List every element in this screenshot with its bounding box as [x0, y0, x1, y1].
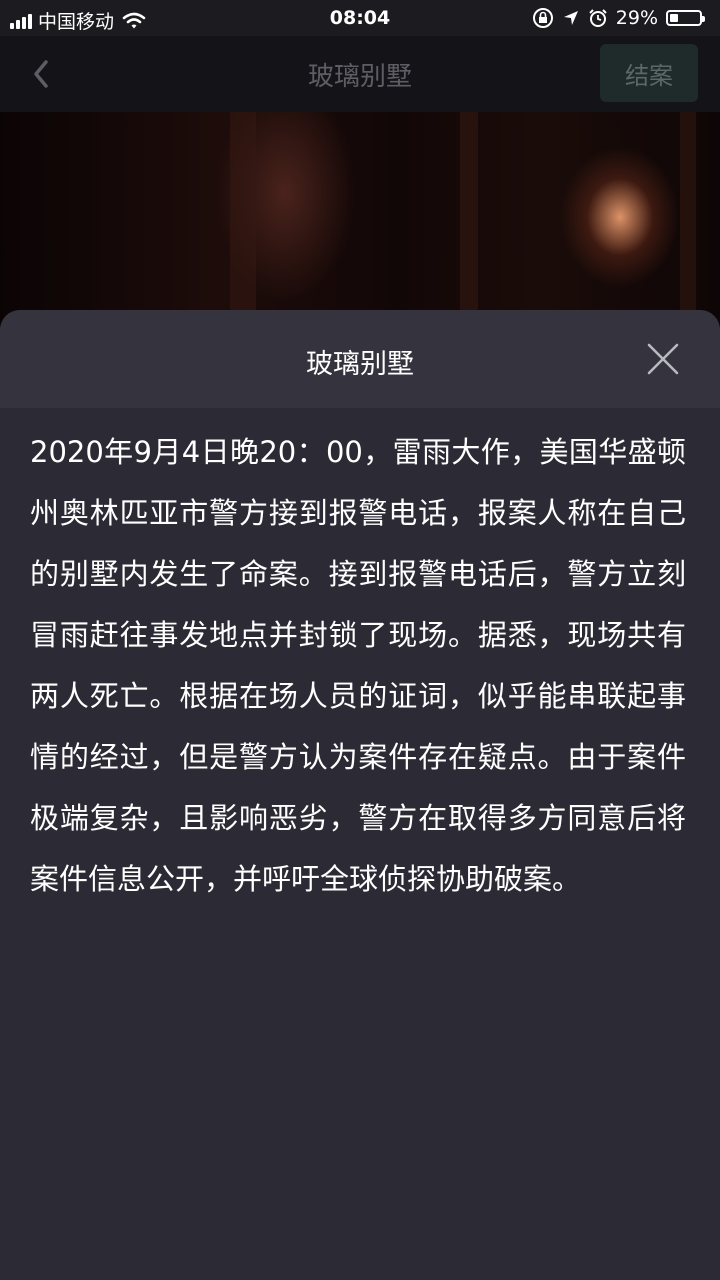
case-info-sheet: 玻璃别墅 2020年9月4日晚20：00，雷雨大作，美国华盛顿州奥林匹亚市警方接… — [0, 310, 720, 1280]
status-bar: 中国移动 08:04 29% — [0, 0, 720, 36]
case-description: 2020年9月4日晚20：00，雷雨大作，美国华盛顿州奥林匹亚市警方接到报警电话… — [30, 435, 686, 896]
close-icon[interactable] — [646, 342, 680, 376]
sheet-title: 玻璃别墅 — [306, 349, 414, 380]
orientation-lock-icon — [532, 8, 553, 28]
location-icon — [563, 11, 578, 25]
battery-percent: 29% — [615, 7, 658, 29]
status-right: 29% — [532, 7, 705, 29]
close-case-button[interactable]: 结案 — [600, 44, 698, 102]
alarm-icon — [589, 9, 607, 27]
sheet-header: 玻璃别墅 — [0, 310, 720, 408]
hero-image — [0, 112, 720, 332]
battery-icon — [666, 10, 705, 26]
nav-bar: 玻璃别墅 结案 — [0, 36, 720, 112]
